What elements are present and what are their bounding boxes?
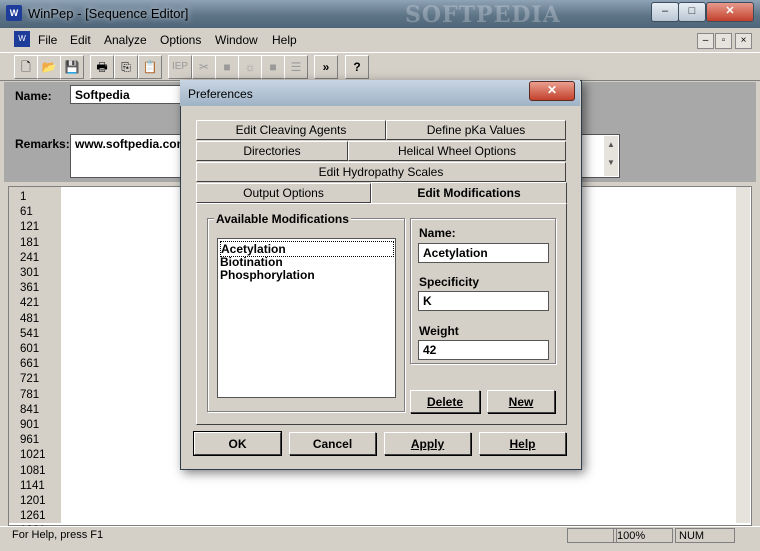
tab-edit-modifications[interactable]: Edit Modifications: [371, 182, 567, 204]
print-icon[interactable]: 🖶: [90, 55, 114, 79]
line-number: 421: [20, 297, 40, 310]
remarks-field[interactable]: www.softpedia.com: [70, 134, 187, 178]
line-number: 1021: [20, 449, 46, 462]
copy-icon[interactable]: ⎘: [114, 55, 138, 79]
mod-name-field[interactable]: Acetylation: [418, 243, 549, 263]
mdi-close-button[interactable]: ×: [735, 33, 752, 49]
line-number: 61: [20, 206, 33, 219]
status-num: NUM: [675, 528, 735, 543]
ok-button[interactable]: OK: [193, 431, 282, 456]
name-label: Name:: [15, 89, 52, 103]
window-title: WinPep - [Sequence Editor]: [28, 6, 189, 21]
specificity-field[interactable]: K: [418, 291, 549, 311]
line-number: 1141: [20, 479, 45, 492]
line-number: 181: [20, 236, 40, 249]
tab-directories[interactable]: Directories: [196, 141, 348, 161]
iep-icon[interactable]: IEP: [168, 55, 192, 79]
dialog-close-button[interactable]: ✕: [529, 81, 575, 101]
line-number: 1081: [20, 464, 46, 477]
line-number: 721: [20, 373, 40, 386]
block-icon[interactable]: ■: [215, 55, 239, 79]
remarks-scrollbar[interactable]: ▲ ▼: [604, 136, 618, 176]
delete-button-label: Delete: [426, 395, 464, 409]
status-zoom: 100%: [613, 528, 673, 543]
menu-file[interactable]: File: [38, 33, 57, 47]
help-icon[interactable]: ?: [345, 55, 369, 79]
line-number: 1261: [20, 510, 46, 523]
sequence-name-field[interactable]: Softpedia: [70, 85, 182, 104]
open-icon[interactable]: 📂: [37, 55, 61, 79]
cancel-button[interactable]: Cancel: [289, 432, 376, 455]
menu-help[interactable]: Help: [272, 33, 297, 47]
tab-output-options[interactable]: Output Options: [196, 183, 371, 203]
tab-define-pka-values[interactable]: Define pKa Values: [386, 120, 566, 140]
tab-edit-cleaving-agents[interactable]: Edit Cleaving Agents: [196, 120, 386, 140]
line-number: 961: [20, 434, 40, 447]
line-number: 121: [20, 221, 40, 234]
paste-icon[interactable]: 📋: [138, 55, 162, 79]
list-item[interactable]: Phosphorylation: [220, 268, 315, 282]
line-number: 781: [20, 388, 40, 401]
line-number: 841: [20, 403, 40, 416]
weight-label: Weight: [419, 324, 459, 338]
menu-edit[interactable]: Edit: [70, 33, 91, 47]
mdi-minimize-button[interactable]: –: [697, 33, 714, 49]
line-number: 301: [20, 267, 40, 279]
cut-icon[interactable]: ✂: [192, 55, 216, 79]
maximize-button[interactable]: □: [678, 2, 706, 22]
line-number: 481: [20, 312, 40, 325]
block2-icon[interactable]: ■: [261, 55, 285, 79]
line-number: 901: [20, 419, 40, 431]
menu-analyze[interactable]: Analyze: [104, 33, 147, 47]
line-number: 241: [20, 251, 40, 264]
apply-button[interactable]: Apply: [384, 432, 471, 455]
menu-window[interactable]: Window: [215, 33, 258, 47]
menu-options[interactable]: Options: [160, 33, 201, 47]
line-number: 601: [20, 343, 40, 355]
softpedia-watermark: SOFTPEDIA: [405, 2, 561, 28]
line-number: 1201: [20, 495, 46, 507]
line-number: 1: [20, 191, 27, 203]
forward-icon[interactable]: »: [314, 55, 338, 79]
vertical-scrollbar[interactable]: [736, 187, 750, 523]
app-icon: W: [6, 5, 22, 21]
tab-helical-wheel-options[interactable]: Helical Wheel Options: [348, 141, 566, 161]
new-icon[interactable]: 🗋: [14, 55, 38, 79]
help-button-label: Help: [509, 437, 536, 451]
available-modifications-title: Available Modifications: [214, 212, 351, 226]
apply-button-label: Apply: [410, 437, 445, 451]
save-icon[interactable]: 💾: [60, 55, 84, 79]
mod-name-label: Name:: [419, 226, 456, 240]
close-button[interactable]: ✕: [706, 2, 754, 22]
remarks-label: Remarks:: [15, 137, 70, 151]
sun-icon[interactable]: ☼: [238, 55, 262, 79]
line-number: 661: [20, 358, 40, 371]
list-item[interactable]: Biotination: [220, 255, 283, 269]
status-help-text: For Help, press F1: [12, 529, 104, 541]
delete-button[interactable]: Delete: [410, 390, 480, 413]
new-button[interactable]: New: [487, 390, 555, 413]
line-number: 361: [20, 282, 40, 295]
minimize-button[interactable]: –: [651, 2, 679, 22]
specificity-label: Specificity: [419, 275, 480, 289]
line-number: 541: [20, 327, 40, 340]
weight-field[interactable]: 42: [418, 340, 549, 360]
status-blank: [567, 528, 617, 543]
mdi-restore-button[interactable]: ▫: [715, 33, 732, 49]
lines-icon[interactable]: ☰: [284, 55, 308, 79]
document-icon[interactable]: W: [14, 31, 30, 47]
tab-edit-hydropathy-scales[interactable]: Edit Hydropathy Scales: [196, 162, 566, 182]
new-button-label: New: [508, 395, 534, 409]
dialog-title: Preferences: [188, 87, 253, 101]
help-button[interactable]: Help: [479, 432, 566, 455]
